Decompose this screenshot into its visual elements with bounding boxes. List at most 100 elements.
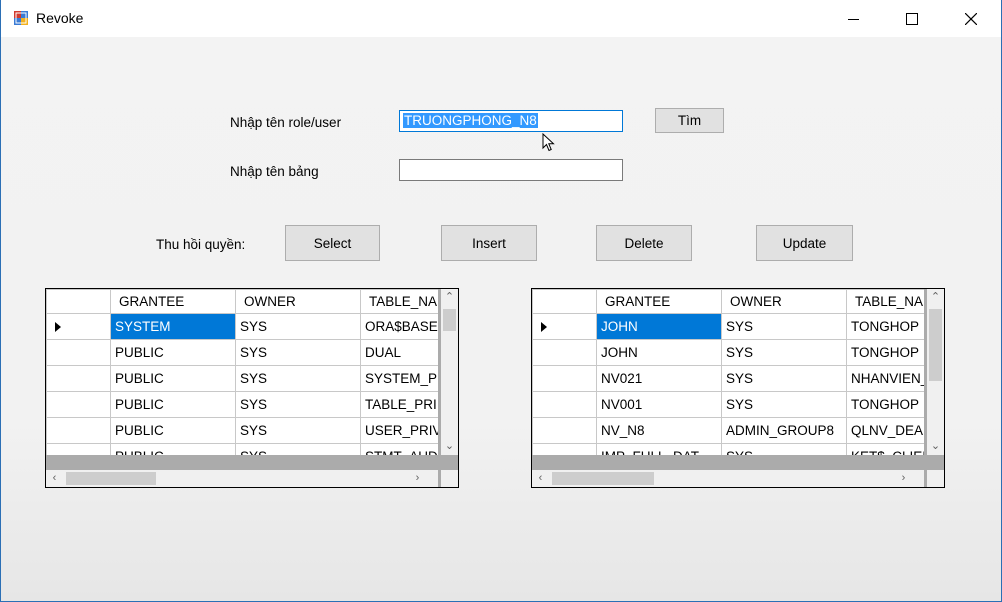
row-header[interactable] (46, 365, 111, 392)
table-row[interactable]: NV021 SYS NHANVIEN_ (532, 365, 924, 392)
grid-cell[interactable]: SYS (235, 391, 361, 418)
grid-cell[interactable]: ORA$BASE (360, 313, 438, 340)
close-button[interactable] (942, 0, 1000, 37)
grid-cell[interactable]: SYS (235, 417, 361, 444)
grid-cell[interactable]: IMP_FULL_DAT (596, 443, 722, 455)
row-header[interactable] (532, 417, 597, 444)
grid-cell[interactable]: TONGHOP (846, 313, 924, 340)
grid-cell[interactable]: PUBLIC (110, 443, 236, 455)
right-grid-vertical-thumb[interactable] (929, 309, 942, 381)
right-column-header-grantee[interactable]: GRANTEE (596, 289, 722, 314)
table-row[interactable]: PUBLIC SYS USER_PRIV (46, 417, 438, 444)
grid-cell[interactable]: TONGHOP (846, 339, 924, 366)
grid-cell[interactable]: KET$_CLIEI (846, 443, 924, 455)
title-bar[interactable]: Revoke (1, 0, 1001, 37)
grid-cell[interactable]: TABLE_PRI (360, 391, 438, 418)
scroll-left-icon[interactable]: ‹ (46, 470, 63, 487)
table-row[interactable]: IMP_FULL_DAT SYS KET$_CLIEI (532, 443, 924, 455)
scroll-down-icon[interactable]: ⌄ (441, 438, 458, 455)
grid-cell[interactable]: SYSTEM (110, 313, 236, 340)
left-grid-horizontal-thumb[interactable] (66, 472, 156, 485)
right-grid-table: GRANTEE OWNER TABLE_NA JOHN SYS TONGHOP … (532, 289, 924, 455)
left-grid-horizontal-scrollbar[interactable]: ‹ › (46, 470, 438, 487)
grid-cell[interactable]: NV_N8 (596, 417, 722, 444)
left-privileges-grid[interactable]: GRANTEE OWNER TABLE_NA SYSTEM SYS ORA$BA… (45, 288, 459, 488)
grid-cell[interactable]: PUBLIC (110, 339, 236, 366)
grid-cell[interactable]: SYS (721, 339, 847, 366)
grid-cell[interactable]: SYS (721, 313, 847, 340)
maximize-button[interactable] (883, 0, 941, 37)
grid-cell[interactable]: SYS (235, 365, 361, 392)
table-row[interactable]: PUBLIC SYS DUAL (46, 339, 438, 366)
row-header[interactable] (46, 391, 111, 418)
scroll-left-icon[interactable]: ‹ (532, 470, 549, 487)
grid-cell[interactable]: USER_PRIV (360, 417, 438, 444)
left-grid-vertical-thumb[interactable] (443, 309, 456, 331)
grid-cell[interactable]: JOHN (596, 339, 722, 366)
minimize-button[interactable] (825, 0, 883, 37)
table-row[interactable]: NV_N8 ADMIN_GROUP8 QLNV_DEA (532, 417, 924, 444)
row-header[interactable] (46, 339, 111, 366)
grid-cell[interactable]: SYS (235, 443, 361, 455)
right-privileges-grid[interactable]: GRANTEE OWNER TABLE_NA JOHN SYS TONGHOP … (531, 288, 945, 488)
right-column-header-owner[interactable]: OWNER (721, 289, 847, 314)
left-column-header-table-name[interactable]: TABLE_NA (360, 289, 438, 314)
left-grid-vertical-scrollbar[interactable]: ⌃ ⌄ (441, 289, 458, 455)
left-grid-corner-header[interactable] (46, 289, 111, 314)
grid-cell[interactable]: PUBLIC (110, 365, 236, 392)
left-column-header-grantee[interactable]: GRANTEE (110, 289, 236, 314)
close-icon (965, 12, 977, 25)
grid-cell[interactable]: SYS (235, 313, 361, 340)
right-grid-horizontal-scrollbar[interactable]: ‹ › (532, 470, 924, 487)
row-header[interactable] (532, 391, 597, 418)
table-name-input[interactable] (399, 159, 623, 181)
grid-cell[interactable]: NHANVIEN_ (846, 365, 924, 392)
current-row-arrow-icon (541, 322, 547, 333)
scroll-up-icon[interactable]: ⌃ (441, 289, 458, 306)
table-row[interactable]: PUBLIC SYS TABLE_PRI (46, 391, 438, 418)
scroll-down-icon[interactable]: ⌄ (927, 438, 944, 455)
grid-cell[interactable]: NV001 (596, 391, 722, 418)
find-button[interactable]: Tìm (655, 108, 724, 133)
row-header[interactable] (532, 313, 597, 340)
scroll-right-icon[interactable]: › (409, 470, 426, 487)
row-header[interactable] (532, 365, 597, 392)
table-row[interactable]: JOHN SYS TONGHOP (532, 339, 924, 366)
grid-cell[interactable]: STMT_AUD (360, 443, 438, 455)
delete-button[interactable]: Delete (596, 225, 692, 261)
table-row[interactable]: NV001 SYS TONGHOP (532, 391, 924, 418)
grid-cell[interactable]: SYS (235, 339, 361, 366)
table-row[interactable]: SYSTEM SYS ORA$BASE (46, 313, 438, 340)
insert-button[interactable]: Insert (441, 225, 537, 261)
left-column-header-owner[interactable]: OWNER (235, 289, 361, 314)
scroll-up-icon[interactable]: ⌃ (927, 289, 944, 306)
grid-cell[interactable]: SYSTEM_PI (360, 365, 438, 392)
row-header[interactable] (46, 417, 111, 444)
row-header[interactable] (46, 443, 111, 455)
grid-cell[interactable]: TONGHOP (846, 391, 924, 418)
select-button[interactable]: Select (285, 225, 380, 261)
row-header[interactable] (532, 443, 597, 455)
grid-cell[interactable]: PUBLIC (110, 391, 236, 418)
role-user-input[interactable]: TRUONGPHONG_N8 (399, 110, 623, 132)
right-grid-corner-header[interactable] (532, 289, 597, 314)
grid-cell[interactable]: NV021 (596, 365, 722, 392)
table-row[interactable]: PUBLIC SYS STMT_AUD (46, 443, 438, 455)
update-button[interactable]: Update (756, 225, 853, 261)
right-column-header-table-name[interactable]: TABLE_NA (846, 289, 924, 314)
right-grid-vertical-scrollbar[interactable]: ⌃ ⌄ (927, 289, 944, 455)
table-row[interactable]: JOHN SYS TONGHOP (532, 313, 924, 340)
grid-cell[interactable]: ADMIN_GROUP8 (721, 417, 847, 444)
table-row[interactable]: PUBLIC SYS SYSTEM_PI (46, 365, 438, 392)
right-grid-horizontal-thumb[interactable] (552, 472, 654, 485)
grid-cell[interactable]: SYS (721, 365, 847, 392)
grid-cell[interactable]: JOHN (596, 313, 722, 340)
row-header[interactable] (46, 313, 111, 340)
grid-cell[interactable]: SYS (721, 391, 847, 418)
grid-cell[interactable]: PUBLIC (110, 417, 236, 444)
grid-cell[interactable]: SYS (721, 443, 847, 455)
row-header[interactable] (532, 339, 597, 366)
scroll-right-icon[interactable]: › (895, 470, 912, 487)
grid-cell[interactable]: DUAL (360, 339, 438, 366)
grid-cell[interactable]: QLNV_DEA (846, 417, 924, 444)
